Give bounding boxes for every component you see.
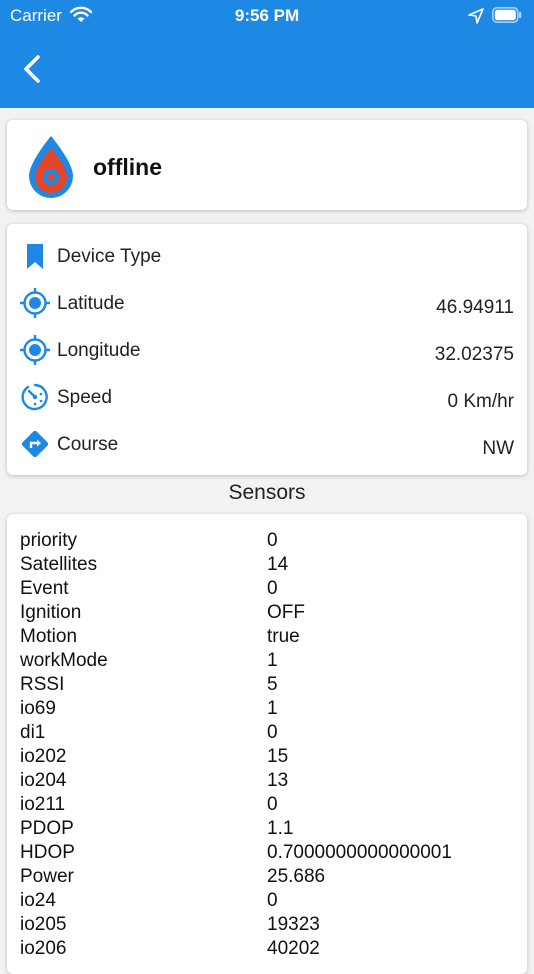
bookmark-icon xyxy=(27,244,43,269)
sensor-row: di1 0 xyxy=(7,720,527,744)
sensor-value: 19323 xyxy=(267,914,320,935)
info-label: Longitude xyxy=(57,340,141,361)
sensor-row: HDOP 0.7000000000000001 xyxy=(7,840,527,864)
location-arrow-icon xyxy=(468,8,484,24)
sensor-row: io204 13 xyxy=(7,768,527,792)
sensor-key: priority xyxy=(20,530,78,551)
sensor-value: 13 xyxy=(267,770,289,791)
crosshair-icon xyxy=(20,335,50,365)
sensor-key: di1 xyxy=(20,722,46,743)
sensor-row: io206 40202 xyxy=(7,936,527,960)
sensor-key: io24 xyxy=(20,890,56,911)
sensor-row: io211 0 xyxy=(7,792,527,816)
sensor-key: Event xyxy=(20,578,69,599)
info-row-device-type: Device Type xyxy=(7,234,527,278)
sensor-row: Motion true xyxy=(7,624,527,648)
sensor-row: io24 0 xyxy=(7,888,527,912)
info-label: Latitude xyxy=(57,293,125,314)
info-value: NW xyxy=(482,438,514,459)
sensor-value: 40202 xyxy=(267,938,320,959)
info-label: Speed xyxy=(57,387,112,408)
sensor-value: 25.686 xyxy=(267,866,326,887)
sensor-key: io69 xyxy=(20,698,56,719)
sensor-row: io202 15 xyxy=(7,744,527,768)
device-status-card: offline xyxy=(7,120,527,210)
sensor-key: io202 xyxy=(20,746,67,767)
sensors-card: priority 0 Satellites 14 Event 0 Ignitio… xyxy=(7,514,527,974)
sensor-value: 0 xyxy=(267,578,278,599)
speedometer-icon xyxy=(21,383,48,411)
info-value: 0 Km/hr xyxy=(447,391,514,412)
info-value: 46.94911 xyxy=(436,297,514,318)
back-button[interactable] xyxy=(16,52,50,86)
sensors-heading: Sensors xyxy=(228,481,306,504)
sensor-value: 14 xyxy=(267,554,289,575)
crosshair-icon xyxy=(20,288,50,318)
sensor-value: 0 xyxy=(267,722,278,743)
clock: 9:56 PM xyxy=(234,6,300,25)
sensor-row: workMode 1 xyxy=(7,648,527,672)
info-label: Device Type xyxy=(57,246,162,267)
sensor-value: 1.1 xyxy=(267,818,294,839)
sensor-row: Power 25.686 xyxy=(7,864,527,888)
sensor-value: true xyxy=(267,626,300,647)
battery-icon xyxy=(492,7,522,23)
info-row-latitude: Latitude 46.94911 xyxy=(7,281,527,325)
sensor-key: Power xyxy=(20,866,74,887)
sensor-value: 0 xyxy=(267,530,278,551)
status-bar: Carrier 9:56 PM xyxy=(0,0,534,32)
device-status: offline xyxy=(93,154,162,180)
sensor-value: 0 xyxy=(267,794,278,815)
sensor-row: priority 0 xyxy=(7,528,527,552)
app-bar: Carrier 9:56 PM xyxy=(0,0,534,108)
sensor-value: 5 xyxy=(267,674,278,695)
sensor-key: io206 xyxy=(20,938,67,959)
info-row-course: Course NW xyxy=(7,422,527,466)
sensor-key: Satellites xyxy=(20,554,98,575)
sensor-row: io205 19323 xyxy=(7,912,527,936)
direction-icon xyxy=(21,430,49,458)
info-label: Course xyxy=(57,434,119,455)
sensor-value: 1 xyxy=(267,698,278,719)
sensor-row: RSSI 5 xyxy=(7,672,527,696)
info-row-longitude: Longitude 32.02375 xyxy=(7,328,527,372)
sensor-value: 0.7000000000000001 xyxy=(267,842,452,863)
drop-pin-icon xyxy=(29,136,73,198)
sensor-key: io204 xyxy=(20,770,67,791)
sensor-row: Satellites 14 xyxy=(7,552,527,576)
sensor-row: PDOP 1.1 xyxy=(7,816,527,840)
sensor-key: HDOP xyxy=(20,842,75,863)
sensor-value: 1 xyxy=(267,650,278,671)
sensor-key: workMode xyxy=(20,650,108,671)
sensor-row: Ignition OFF xyxy=(7,600,527,624)
sensor-row: Event 0 xyxy=(7,576,527,600)
sensor-key: Ignition xyxy=(20,602,82,623)
sensor-value: 0 xyxy=(267,890,278,911)
sensor-key: Motion xyxy=(20,626,78,647)
sensor-value: OFF xyxy=(267,602,305,623)
sensor-key: io211 xyxy=(20,794,66,815)
sensor-key: RSSI xyxy=(20,674,65,695)
device-info-card: Device Type Latitude 46.94911 Longitude … xyxy=(7,224,527,475)
info-row-speed: Speed 0 Km/hr xyxy=(7,375,527,419)
sensor-key: io205 xyxy=(20,914,67,935)
sensor-row: io69 1 xyxy=(7,696,527,720)
sensor-value: 15 xyxy=(267,746,289,767)
sensor-key: PDOP xyxy=(20,818,74,839)
info-value: 32.02375 xyxy=(434,344,514,365)
